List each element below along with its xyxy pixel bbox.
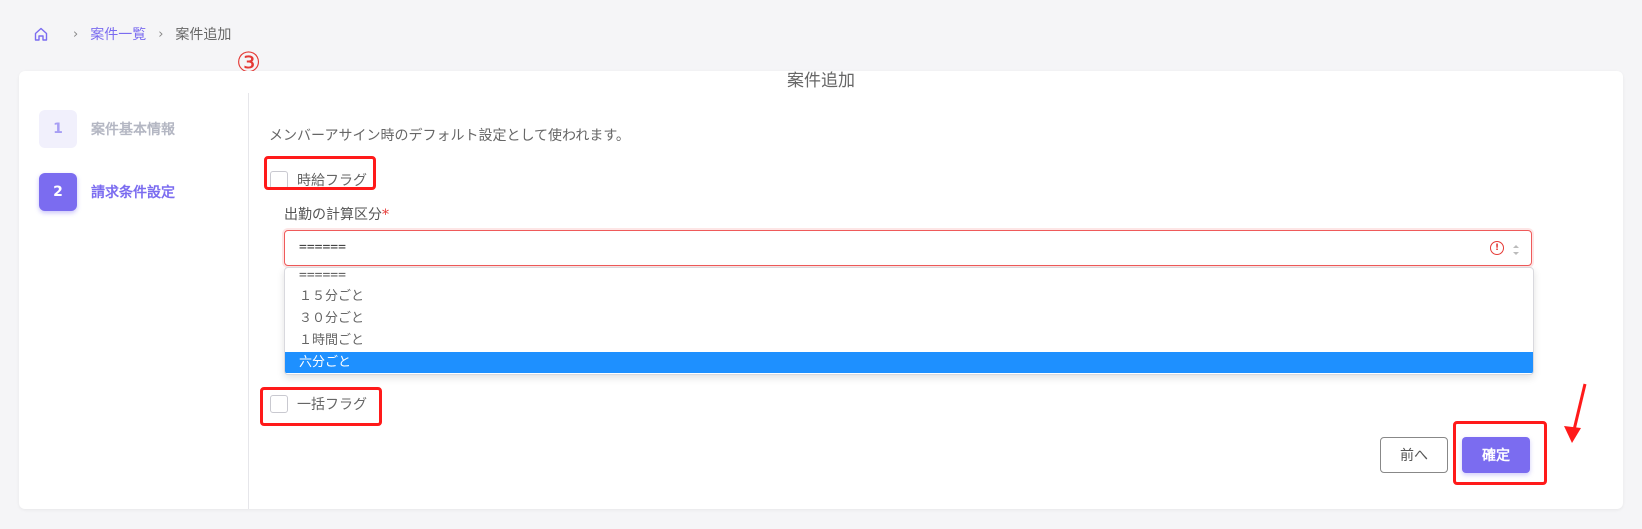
annotation-arrow: [1564, 383, 1587, 443]
